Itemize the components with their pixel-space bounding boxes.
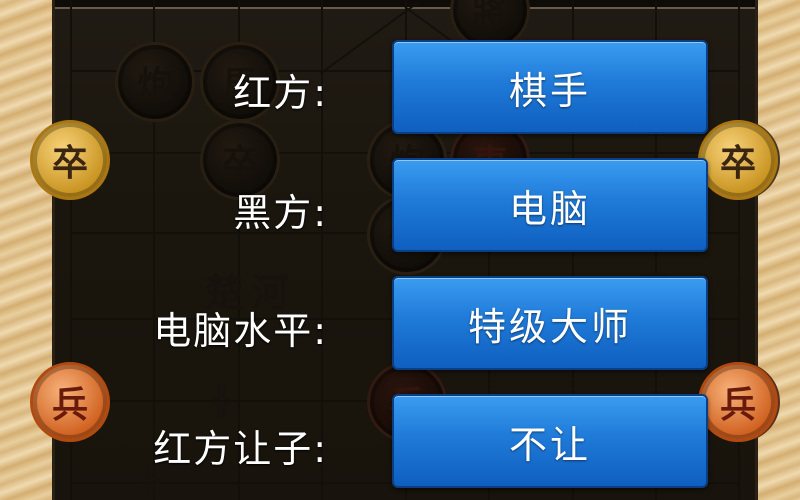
edge-soldier-piece[interactable]: 兵 xyxy=(30,362,110,442)
red-handicap-label: 红方让子: xyxy=(153,427,328,471)
edge-soldier-piece[interactable]: 卒 xyxy=(30,120,110,200)
black-side-button[interactable]: 电脑 xyxy=(392,158,708,252)
red-side-button[interactable]: 棋手 xyxy=(392,40,708,134)
red-side-label: 红方: xyxy=(233,71,328,115)
edge-soldier-piece[interactable]: 兵 xyxy=(698,362,778,442)
edge-soldier-piece[interactable]: 卒 xyxy=(698,120,778,200)
ai-level-label: 电脑水平: xyxy=(153,309,328,353)
red-handicap-button[interactable]: 不让 xyxy=(392,394,708,488)
black-side-label: 黑方: xyxy=(233,191,328,235)
ai-level-button[interactable]: 特级大师 xyxy=(392,276,708,370)
